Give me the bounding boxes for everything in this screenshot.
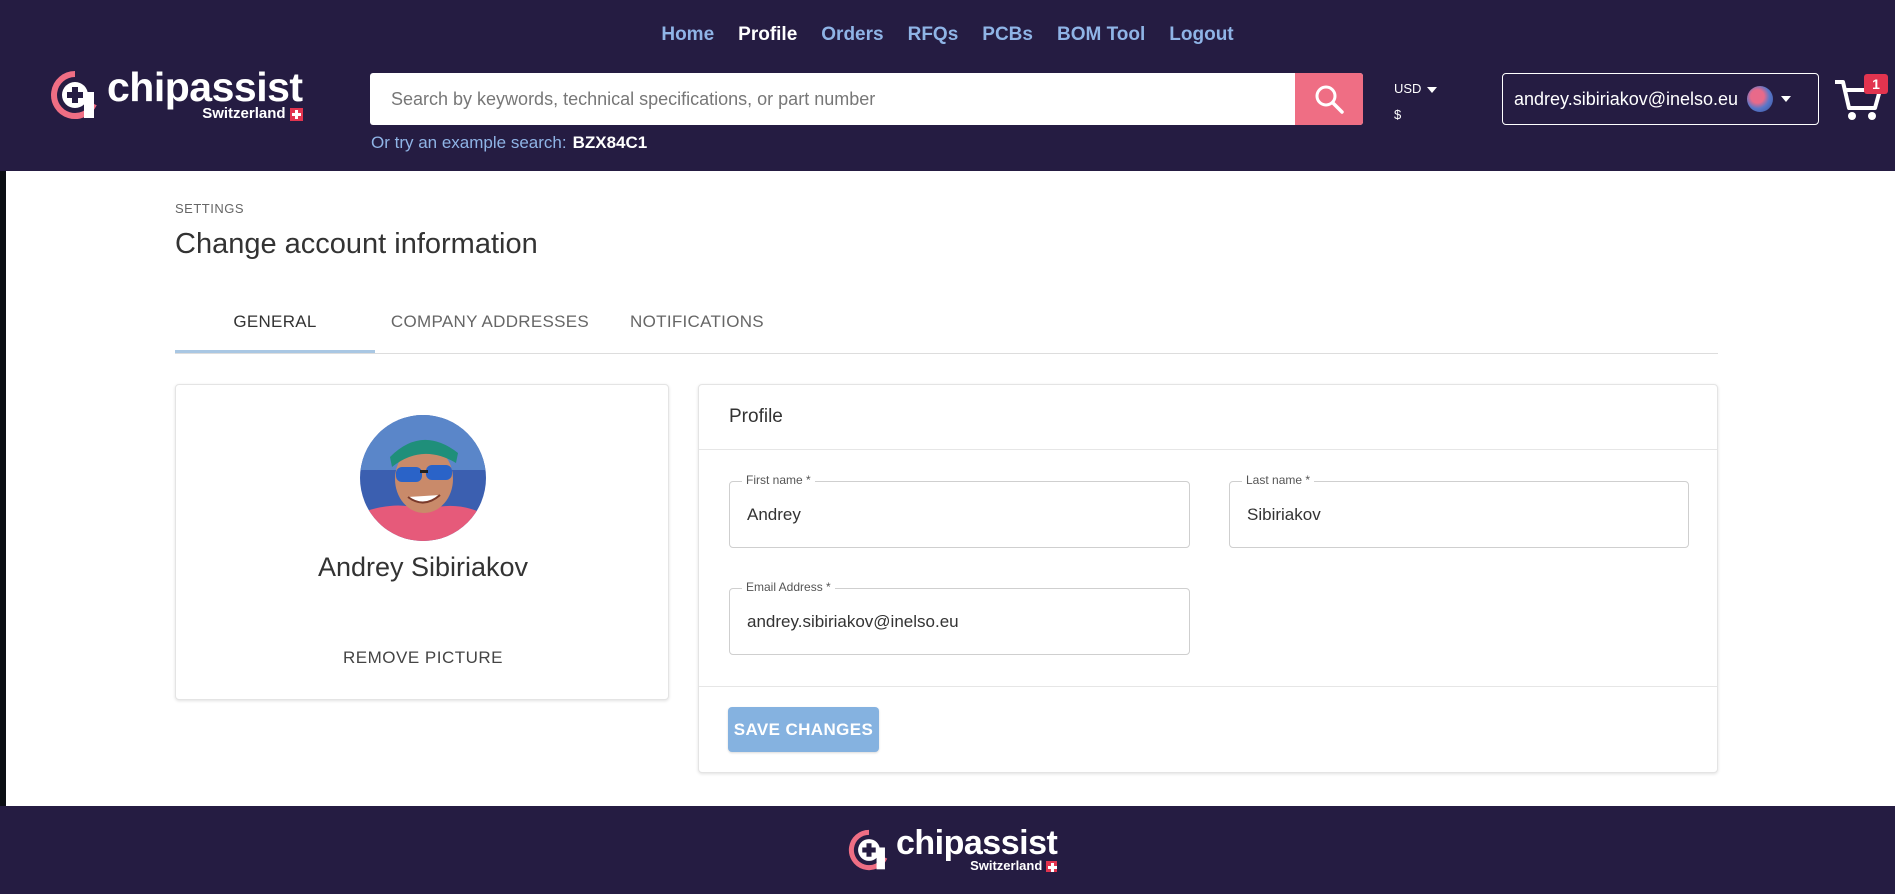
nav-logout[interactable]: Logout (1169, 24, 1233, 46)
avatar-photo (360, 415, 486, 541)
search-input[interactable] (370, 73, 1295, 125)
profile-picture-card: Andrey Sibiriakov REMOVE PICTURE (175, 384, 669, 700)
page-footer: chipassist Switzerland (0, 806, 1895, 894)
avatar[interactable] (360, 415, 486, 541)
swiss-flag-icon (289, 107, 303, 121)
tab-general[interactable]: GENERAL (175, 300, 375, 354)
last-name-field: Last name * (1229, 473, 1689, 548)
logo-mark-icon (51, 71, 97, 119)
brand-country: Switzerland (202, 105, 286, 122)
save-changes-button[interactable]: SAVE CHANGES (728, 707, 879, 752)
cart-count-badge: 1 (1864, 74, 1888, 94)
top-header: Home Profile Orders RFQs PCBs BOM Tool L… (0, 0, 1895, 171)
page-title: Change account information (175, 228, 538, 260)
nav-bom-tool[interactable]: BOM Tool (1057, 24, 1145, 46)
nav-home[interactable]: Home (661, 24, 714, 46)
swiss-flag-icon (1046, 860, 1058, 872)
main-nav: Home Profile Orders RFQs PCBs BOM Tool L… (0, 24, 1895, 46)
tab-company-addresses[interactable]: COMPANY ADDRESSES (385, 300, 595, 354)
last-name-input[interactable] (1230, 482, 1688, 547)
example-link[interactable]: BZX84C1 (573, 133, 648, 152)
footer-logo[interactable]: chipassist Switzerland (848, 824, 1058, 873)
caret-down-icon (1427, 86, 1438, 93)
profile-name: Andrey Sibiriakov (317, 552, 529, 582)
account-email: andrey.sibiriakov@inelso.eu (1514, 88, 1739, 109)
profile-form-heading: Profile (699, 385, 1717, 450)
form-divider (699, 686, 1717, 687)
nav-pcbs[interactable]: PCBs (982, 24, 1033, 46)
nav-profile[interactable]: Profile (738, 24, 797, 46)
caret-down-icon (1781, 96, 1792, 102)
profile-form-card: Profile First name * Last name * Email A… (698, 384, 1718, 773)
search-button[interactable] (1295, 73, 1363, 125)
example-search: Or try an example search: BZX84C1 (371, 133, 647, 153)
email-field: Email Address * (729, 580, 1190, 655)
nav-rfqs[interactable]: RFQs (908, 24, 959, 46)
footer-brand-country: Switzerland (970, 858, 1043, 873)
account-menu[interactable]: andrey.sibiriakov@inelso.eu (1502, 73, 1819, 125)
active-tab-indicator (175, 350, 375, 353)
nav-orders[interactable]: Orders (821, 24, 883, 46)
brand-logo[interactable]: chipassist Switzerland (50, 64, 303, 122)
search-icon (1315, 85, 1344, 114)
search-bar (370, 73, 1363, 125)
email-input[interactable] (730, 589, 1189, 654)
remove-picture-button[interactable]: REMOVE PICTURE (176, 648, 670, 668)
currency-code: USD (1394, 81, 1422, 96)
currency-selector[interactable]: USD $ (1394, 76, 1438, 128)
logo-mark-icon (848, 829, 888, 871)
tab-notifications[interactable]: NOTIFICATIONS (627, 300, 767, 354)
settings-tabs: GENERAL COMPANY ADDRESSES NOTIFICATIONS (175, 300, 1718, 354)
footer-brand-name: chipassist (896, 824, 1058, 862)
first-name-field: First name * (729, 473, 1190, 548)
breadcrumb: SETTINGS (175, 201, 245, 216)
first-name-input[interactable] (730, 482, 1189, 547)
example-prefix: Or try an example search: (371, 133, 567, 152)
language-globe-icon (1747, 86, 1774, 112)
currency-symbol: $ (1394, 107, 1402, 122)
brand-name: chipassist (107, 64, 303, 110)
